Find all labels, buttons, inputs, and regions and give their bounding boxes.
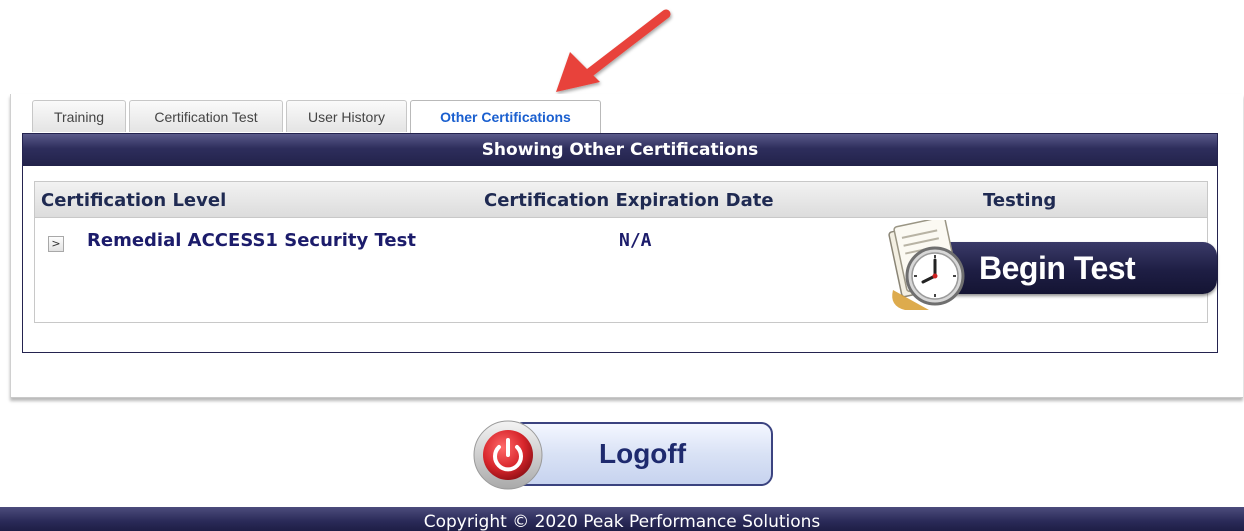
column-header-certification-level: Certification Level — [41, 190, 227, 211]
clock-document-icon — [888, 220, 965, 310]
expiration-date: N/A — [619, 230, 652, 251]
certification-level: Remedial ACCESS1 Security Test — [87, 230, 416, 251]
column-header-expiration-date: Certification Expiration Date — [484, 190, 774, 211]
column-header-testing: Testing — [983, 190, 1057, 211]
table-row: > Remedial ACCESS1 Security Test N/A Beg… — [35, 218, 1217, 322]
annotation-arrow-icon — [556, 9, 671, 92]
certifications-frame: Showing Other Certifications Certificati… — [22, 133, 1218, 353]
tab-user-history[interactable]: User History — [286, 100, 407, 132]
expand-chevron-icon[interactable]: > — [48, 236, 64, 252]
tab-certification-test[interactable]: Certification Test — [129, 100, 283, 132]
power-icon — [473, 420, 543, 490]
table-header: Certification Level Certification Expira… — [35, 182, 1207, 218]
footer-copyright: Copyright © 2020 Peak Performance Soluti… — [0, 507, 1244, 531]
logoff-label: Logoff — [599, 438, 687, 469]
begin-test-label: Begin Test — [979, 250, 1136, 286]
certifications-table: Certification Level Certification Expira… — [34, 181, 1217, 323]
begin-test-button[interactable]: Begin Test — [883, 218, 1217, 310]
logoff-button[interactable]: Logoff — [471, 419, 775, 491]
tab-training[interactable]: Training — [32, 100, 126, 132]
tab-other-certifications[interactable]: Other Certifications — [410, 100, 601, 134]
section-title: Showing Other Certifications — [23, 134, 1217, 166]
